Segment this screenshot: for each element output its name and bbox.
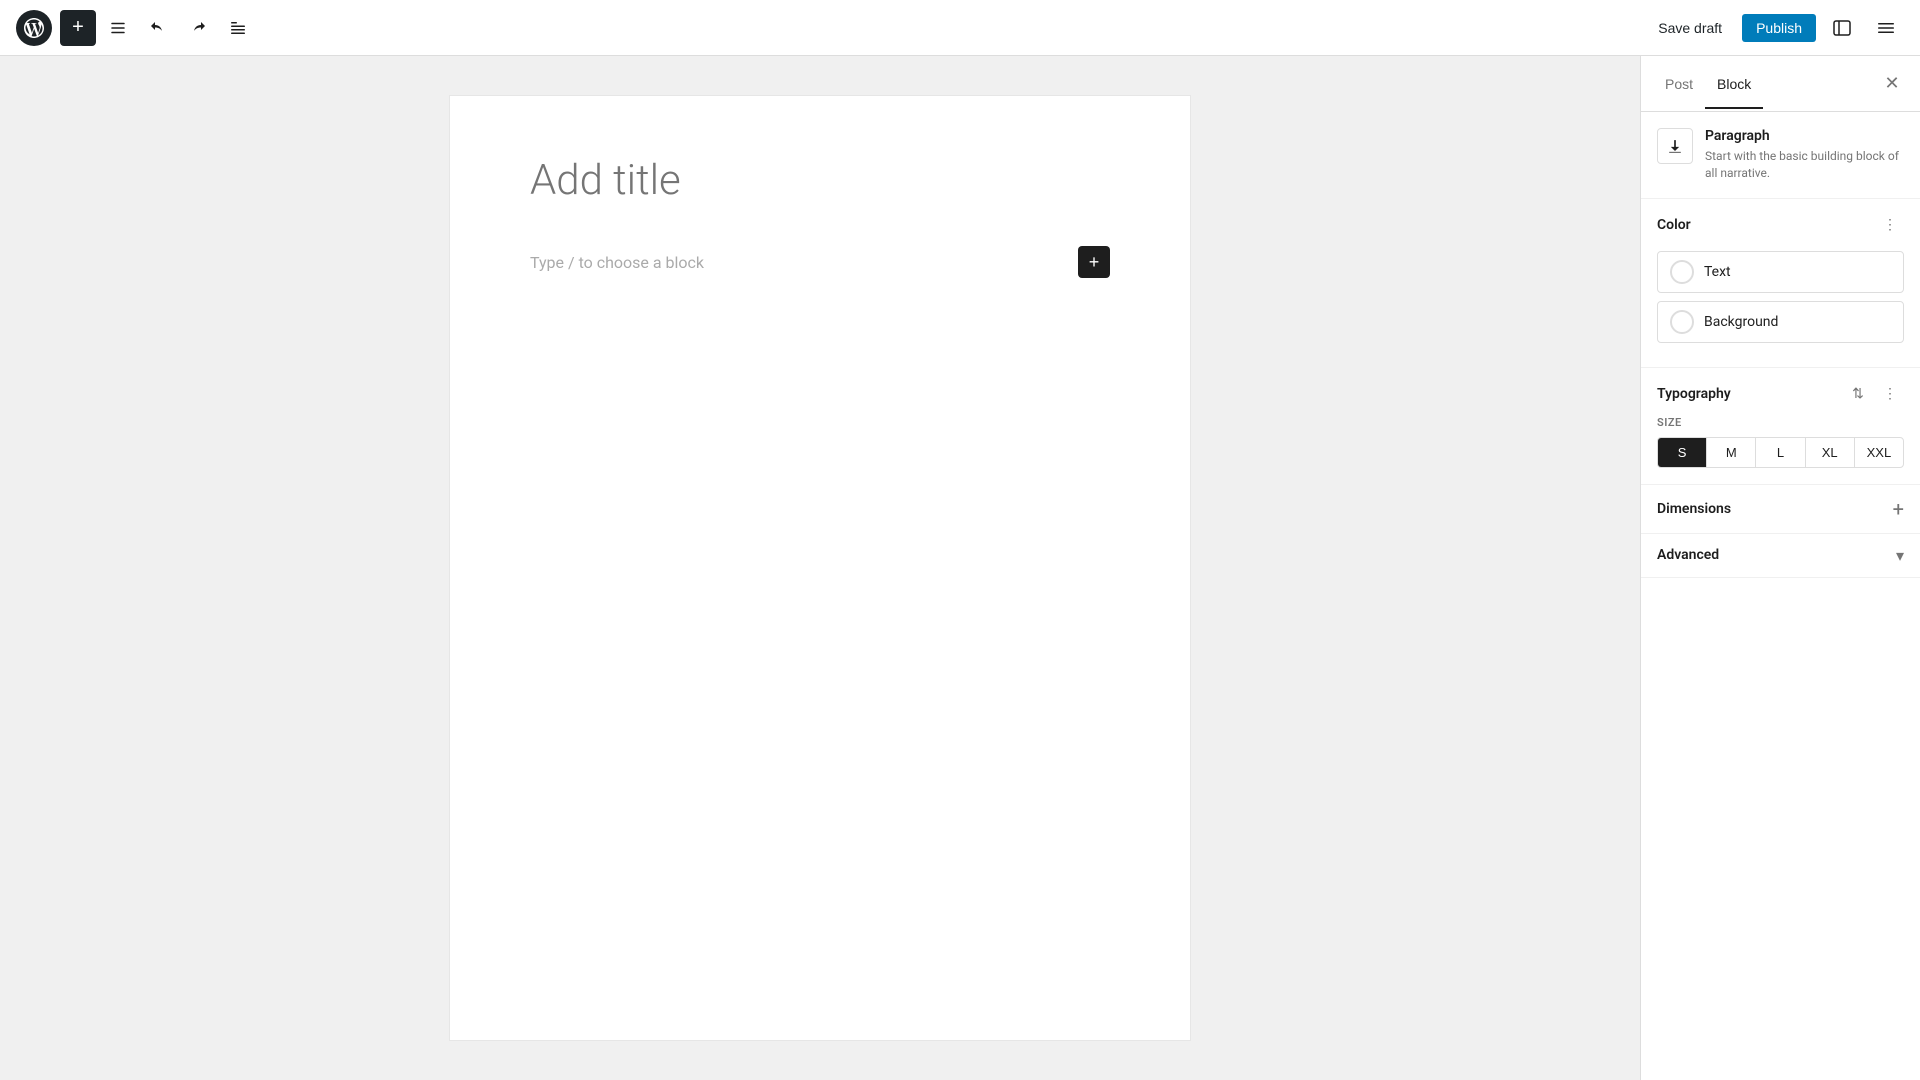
background-color-circle — [1670, 310, 1694, 334]
size-s[interactable]: S — [1658, 438, 1707, 467]
redo-button[interactable] — [180, 10, 216, 46]
dimensions-title: Dimensions — [1657, 501, 1731, 517]
color-options: Text Background — [1641, 251, 1920, 367]
text-color-label: Text — [1704, 264, 1731, 280]
toolbar-right: Save draft Publish — [1646, 10, 1904, 46]
block-title: Paragraph — [1705, 128, 1904, 144]
dimensions-section: Dimensions + — [1641, 485, 1920, 534]
add-block-toolbar-button[interactable]: + — [60, 10, 96, 46]
typography-options-button[interactable]: ⋮ — [1876, 380, 1904, 408]
color-section-actions: ⋮ — [1876, 211, 1904, 239]
size-l[interactable]: L — [1756, 438, 1805, 467]
typography-section: Typography ⇅ ⋮ SIZE S M L XL XXL — [1641, 368, 1920, 485]
editor-block-area: Type / to choose a block + — [530, 246, 1110, 278]
block-icon — [1657, 128, 1693, 164]
size-xxl[interactable]: XXL — [1855, 438, 1903, 467]
color-background-option[interactable]: Background — [1657, 301, 1904, 343]
publish-button[interactable]: Publish — [1742, 14, 1816, 42]
dimensions-add-icon: + — [1893, 497, 1904, 521]
post-title-input[interactable] — [530, 156, 1110, 206]
color-text-option[interactable]: Text — [1657, 251, 1904, 293]
typography-header[interactable]: Typography ⇅ ⋮ — [1641, 368, 1920, 412]
block-info: Paragraph Start with the basic building … — [1641, 112, 1920, 199]
typography-title: Typography — [1657, 386, 1731, 402]
view-button[interactable] — [1824, 10, 1860, 46]
save-draft-button[interactable]: Save draft — [1646, 14, 1734, 42]
size-options: S M L XL XXL — [1657, 437, 1904, 468]
tools-button[interactable] — [100, 10, 136, 46]
close-sidebar-button[interactable]: ✕ — [1876, 68, 1908, 100]
text-color-circle — [1670, 260, 1694, 284]
background-color-label: Background — [1704, 314, 1778, 330]
wordpress-logo[interactable] — [16, 10, 52, 46]
color-section-header[interactable]: Color ⋮ — [1641, 199, 1920, 251]
sidebar: Post Block ✕ Paragraph Start with the ba… — [1640, 56, 1920, 1080]
tab-post[interactable]: Post — [1653, 68, 1705, 100]
advanced-header[interactable]: Advanced ▾ — [1641, 534, 1920, 577]
undo-button[interactable] — [140, 10, 176, 46]
color-section: Color ⋮ Text Background — [1641, 199, 1920, 368]
typography-settings-button[interactable]: ⇅ — [1844, 380, 1872, 408]
color-options-button[interactable]: ⋮ — [1876, 211, 1904, 239]
advanced-chevron-icon: ▾ — [1896, 546, 1904, 565]
toolbar-left: + — [16, 10, 1638, 46]
typography-body: SIZE S M L XL XXL — [1641, 412, 1920, 484]
dimensions-header[interactable]: Dimensions + — [1641, 485, 1920, 533]
size-xl[interactable]: XL — [1806, 438, 1855, 467]
toolbar: + Save draft Publish — [0, 0, 1920, 56]
document-overview-button[interactable] — [220, 10, 256, 46]
color-section-title: Color — [1657, 217, 1691, 233]
editor-area[interactable]: Type / to choose a block + — [0, 56, 1640, 1080]
size-label: SIZE — [1657, 416, 1904, 429]
block-description: Start with the basic building block of a… — [1705, 148, 1904, 182]
block-info-text: Paragraph Start with the basic building … — [1705, 128, 1904, 182]
advanced-title: Advanced — [1657, 547, 1719, 563]
block-placeholder-text: Type / to choose a block — [530, 253, 1066, 272]
settings-button[interactable] — [1868, 10, 1904, 46]
editor-content: Type / to choose a block + — [450, 96, 1190, 1040]
add-block-inline-button[interactable]: + — [1078, 246, 1110, 278]
main-layout: Type / to choose a block + Post Block ✕ … — [0, 56, 1920, 1080]
typography-actions: ⇅ ⋮ — [1844, 380, 1904, 408]
tab-block[interactable]: Block — [1705, 68, 1763, 100]
size-m[interactable]: M — [1707, 438, 1756, 467]
advanced-section: Advanced ▾ — [1641, 534, 1920, 578]
sidebar-tabs: Post Block ✕ — [1641, 56, 1920, 112]
